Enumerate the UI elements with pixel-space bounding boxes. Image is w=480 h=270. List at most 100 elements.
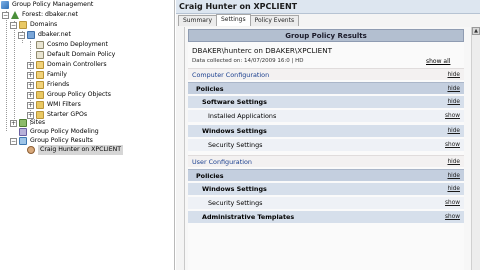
hide-link[interactable]: hide	[447, 86, 460, 92]
ou-icon	[36, 81, 44, 89]
report-header: Group Policy Results	[188, 29, 464, 42]
tree-guide-line	[6, 11, 7, 131]
show-link[interactable]: show	[445, 200, 460, 206]
show-all-link[interactable]: show all	[426, 58, 450, 65]
report-subject: DBAKER\hunterc on DBAKER\XPCLIENT	[192, 46, 332, 55]
expand-icon[interactable]: +	[27, 91, 34, 99]
tree-node-ou[interactable]: + Domain Controllers	[27, 60, 107, 70]
section-policies[interactable]: Policies hide	[188, 169, 464, 181]
show-link[interactable]: show	[445, 214, 460, 220]
section-administrative-templates[interactable]: Administrative Templates show	[188, 211, 464, 223]
section-policies[interactable]: Policies hide	[188, 82, 464, 94]
section-computer-configuration[interactable]: Computer Configuration hide	[188, 68, 464, 80]
tree-node-gpo-link[interactable]: Cosmo Deployment	[27, 40, 108, 50]
tree-node-label: Craig Hunter on XPCLIENT	[38, 145, 124, 155]
ou-icon	[36, 61, 44, 69]
tree-node-root[interactable]: Group Policy Management	[1, 0, 93, 10]
section-user-configuration[interactable]: User Configuration hide	[188, 155, 464, 167]
section-installed-applications[interactable]: Installed Applications show	[188, 110, 464, 122]
tree-node-folder[interactable]: + Group Policy Objects	[27, 90, 111, 100]
section-software-settings[interactable]: Software Settings hide	[188, 96, 464, 108]
tree-node-folder[interactable]: + WMI Filters	[27, 100, 81, 110]
hide-link[interactable]: hide	[447, 72, 460, 78]
section-security-settings[interactable]: Security Settings show	[188, 139, 464, 151]
gpo-link-icon	[36, 51, 44, 59]
section-label: Windows Settings	[202, 127, 267, 135]
tab-summary[interactable]: Summary	[178, 15, 217, 26]
tree-guide-line	[14, 21, 15, 121]
settings-report: Group Policy Results DBAKER\hunterc on D…	[188, 29, 464, 270]
tab-strip: Summary Settings Policy Events	[176, 14, 480, 26]
tree-node-label: Domains	[30, 21, 58, 28]
tree-node-domain[interactable]: − dbaker.net	[18, 30, 71, 40]
console-tree[interactable]: Group Policy Management − Forest: dbaker…	[0, 0, 175, 270]
folder-icon	[19, 21, 27, 29]
section-windows-settings[interactable]: Windows Settings hide	[188, 183, 464, 195]
hide-link[interactable]: hide	[447, 159, 460, 165]
forest-icon	[11, 11, 19, 19]
domain-icon	[27, 31, 35, 39]
section-label: Administrative Templates	[202, 213, 295, 221]
tree-node-label: Default Domain Policy	[47, 51, 116, 58]
hide-link[interactable]: hide	[447, 173, 460, 179]
tree-node-label: WMI Filters	[47, 101, 81, 108]
tree-node-label: Group Policy Objects	[47, 91, 111, 98]
collapse-icon[interactable]: −	[18, 31, 25, 39]
tree-node-ou[interactable]: + Friends	[27, 80, 69, 90]
tree-node-label: Cosmo Deployment	[47, 41, 108, 48]
section-windows-settings[interactable]: Windows Settings hide	[188, 125, 464, 137]
report-date: Data collected on: 14/07/2009 16:0 | HD	[192, 58, 304, 64]
section-label: Security Settings	[208, 199, 263, 207]
tree-node-domains[interactable]: − Domains	[10, 20, 57, 30]
expand-icon[interactable]: +	[27, 101, 34, 109]
tree-node-label: Group Policy Management	[12, 1, 94, 8]
collapse-icon[interactable]: −	[2, 11, 9, 19]
section-label: Installed Applications	[208, 112, 277, 120]
section-label: Software Settings	[202, 98, 267, 106]
tree-node-label: Family	[47, 71, 67, 78]
tab-settings[interactable]: Settings	[216, 14, 251, 26]
report-container: Group Policy Results DBAKER\hunterc on D…	[184, 27, 480, 270]
expand-icon[interactable]: +	[27, 71, 34, 79]
expand-icon[interactable]: +	[27, 61, 34, 69]
details-pane: Craig Hunter on XPCLIENT Summary Setting…	[176, 0, 480, 270]
tree-node-label: dbaker.net	[38, 31, 71, 38]
section-label: Security Settings	[208, 141, 263, 149]
expand-icon[interactable]: +	[27, 81, 34, 89]
collapse-icon[interactable]: −	[10, 21, 17, 29]
section-label: Computer Configuration	[192, 70, 270, 79]
section-label: Policies	[196, 171, 224, 180]
scroll-up-arrow-icon[interactable]: ▲	[472, 27, 480, 35]
tree-node-label: Forest: dbaker.net	[22, 11, 78, 18]
hide-link[interactable]: hide	[447, 99, 460, 105]
group-policy-management-icon	[1, 1, 9, 9]
ou-icon	[36, 71, 44, 79]
tree-node-label: Domain Controllers	[47, 61, 107, 68]
section-label: Windows Settings	[202, 185, 267, 193]
tree-node-selected-result[interactable]: Craig Hunter on XPCLIENT	[27, 145, 124, 155]
tree-node-label: Starter GPOs	[47, 111, 88, 118]
hide-link[interactable]: hide	[447, 186, 460, 192]
folder-icon	[36, 91, 44, 99]
vertical-scrollbar[interactable]: ▲	[471, 27, 480, 270]
tree-node-gpo-link[interactable]: Default Domain Policy	[27, 50, 115, 60]
details-title: Craig Hunter on XPCLIENT	[176, 0, 480, 14]
tree-node-forest[interactable]: − Forest: dbaker.net	[2, 10, 78, 20]
user-result-icon	[27, 146, 35, 154]
hide-link[interactable]: hide	[447, 128, 460, 134]
tree-node-ou[interactable]: + Family	[27, 70, 67, 80]
section-label: User Configuration	[192, 157, 252, 166]
results-icon	[19, 137, 27, 145]
folder-icon	[36, 101, 44, 109]
section-label: Policies	[196, 84, 224, 93]
tree-node-label: Friends	[47, 81, 70, 88]
section-security-settings[interactable]: Security Settings show	[188, 197, 464, 209]
gpo-link-icon	[36, 41, 44, 49]
expand-icon[interactable]: +	[10, 119, 17, 127]
collapse-icon[interactable]: −	[10, 137, 17, 145]
sites-icon	[19, 119, 27, 127]
tab-policy-events[interactable]: Policy Events	[249, 15, 300, 26]
show-link[interactable]: show	[445, 113, 460, 119]
show-link[interactable]: show	[445, 142, 460, 148]
modeling-icon	[19, 128, 27, 136]
